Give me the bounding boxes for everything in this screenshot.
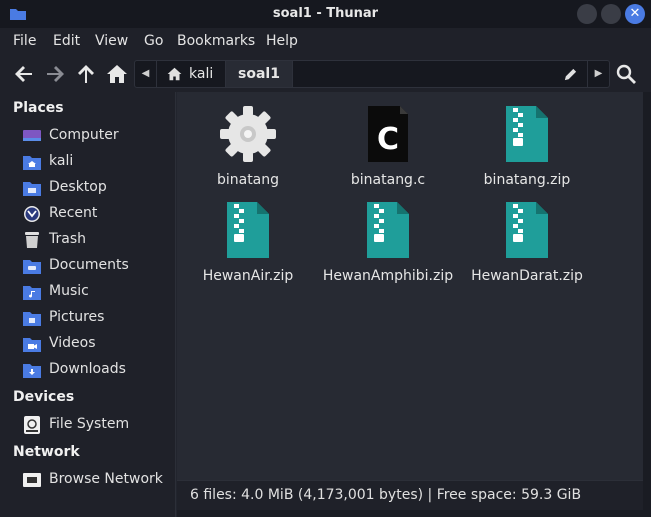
file-item-hewanamphibi-zip[interactable]: HewanAmphibi.zip xyxy=(318,200,458,284)
crumb-home-label: kali xyxy=(189,66,214,82)
sidebar-item-file-system[interactable]: File System xyxy=(0,413,176,437)
devices-heading: Devices xyxy=(13,389,75,405)
path-scroll-right-button[interactable]: ▶ xyxy=(587,61,609,87)
status-text: 6 files: 4.0 MiB (4,173,001 bytes) | Fre… xyxy=(190,487,582,503)
sidebar: Places Computer kali Desktop Recent Tras… xyxy=(0,92,176,517)
documents-folder-icon xyxy=(23,260,41,274)
network-icon xyxy=(23,473,41,487)
crumb-current[interactable]: soal1 xyxy=(225,61,293,87)
sidebar-item-kali[interactable]: kali xyxy=(0,150,176,174)
drive-icon xyxy=(24,416,40,434)
menu-file[interactable]: File xyxy=(13,33,36,49)
edit-path-icon[interactable] xyxy=(563,67,578,82)
search-button[interactable] xyxy=(614,62,638,86)
home-folder-icon xyxy=(23,156,41,170)
recent-icon xyxy=(24,206,40,222)
window-edge-right xyxy=(643,92,651,517)
sidebar-item-trash[interactable]: Trash xyxy=(0,228,176,252)
zip-icon xyxy=(506,106,548,162)
window-title: soal1 - Thunar xyxy=(272,6,379,21)
sidebar-item-browse-network[interactable]: Browse Network xyxy=(0,468,176,492)
file-item-hewandarat-zip[interactable]: HewanDarat.zip xyxy=(457,200,597,284)
location-bar[interactable]: ◀ kali soal1 ▶ xyxy=(134,60,610,88)
path-scroll-left-button[interactable]: ◀ xyxy=(135,61,157,87)
file-name: HewanDarat.zip xyxy=(471,268,583,284)
file-item-binatang-c[interactable]: C binatang.c xyxy=(318,104,458,188)
c-source-icon: C xyxy=(368,106,408,162)
sidebar-item-pictures[interactable]: Pictures xyxy=(0,306,176,330)
menu-help[interactable]: Help xyxy=(266,33,298,49)
sidebar-item-music[interactable]: Music xyxy=(0,280,176,304)
computer-icon xyxy=(23,130,41,141)
home-button[interactable] xyxy=(105,62,129,86)
file-item-binatang[interactable]: binatang xyxy=(178,104,318,188)
title-bar: soal1 - Thunar ✕ xyxy=(0,0,651,28)
downloads-folder-icon xyxy=(23,364,41,378)
sidebar-item-recent[interactable]: Recent xyxy=(0,202,176,226)
file-name: HewanAmphibi.zip xyxy=(322,268,454,284)
menu-bookmarks[interactable]: Bookmarks xyxy=(177,33,255,49)
pictures-folder-icon xyxy=(23,312,41,326)
home-icon xyxy=(167,67,182,81)
minimize-button[interactable] xyxy=(577,4,597,24)
gear-icon xyxy=(220,106,276,162)
sidebar-item-videos[interactable]: Videos xyxy=(0,332,176,356)
forward-button[interactable] xyxy=(43,62,67,86)
network-heading: Network xyxy=(13,444,80,460)
file-name: binatang.zip xyxy=(483,172,571,188)
menu-view[interactable]: View xyxy=(95,33,128,49)
videos-folder-icon xyxy=(23,338,41,352)
file-name: HewanAir.zip xyxy=(202,268,294,284)
trash-icon xyxy=(25,232,39,248)
desktop-folder-icon xyxy=(23,182,41,196)
sidebar-item-downloads[interactable]: Downloads xyxy=(0,358,176,382)
zip-icon xyxy=(506,202,548,258)
file-name: binatang xyxy=(216,172,280,188)
status-bar: 6 files: 4.0 MiB (4,173,001 bytes) | Fre… xyxy=(177,480,643,510)
maximize-button[interactable] xyxy=(601,4,621,24)
zip-icon xyxy=(367,202,409,258)
music-folder-icon xyxy=(23,286,41,300)
file-item-hewanair-zip[interactable]: HewanAir.zip xyxy=(178,200,318,284)
close-button[interactable]: ✕ xyxy=(625,4,645,24)
window-edge-bottom xyxy=(177,510,651,517)
up-button[interactable] xyxy=(74,62,98,86)
sidebar-item-computer[interactable]: Computer xyxy=(0,124,176,148)
back-button[interactable] xyxy=(12,62,36,86)
file-name: binatang.c xyxy=(350,172,426,188)
sidebar-item-desktop[interactable]: Desktop xyxy=(0,176,176,200)
menu-edit[interactable]: Edit xyxy=(53,33,80,49)
sidebar-item-documents[interactable]: Documents xyxy=(0,254,176,278)
file-view[interactable]: binatang C binatang.c binatang.zip Hewan… xyxy=(177,92,643,480)
menu-bar: File Edit View Go Bookmarks Help xyxy=(0,28,651,56)
file-item-binatang-zip[interactable]: binatang.zip xyxy=(457,104,597,188)
menu-go[interactable]: Go xyxy=(144,33,163,49)
zip-icon xyxy=(227,202,269,258)
svg-text:C: C xyxy=(377,122,399,157)
places-heading: Places xyxy=(13,100,64,116)
